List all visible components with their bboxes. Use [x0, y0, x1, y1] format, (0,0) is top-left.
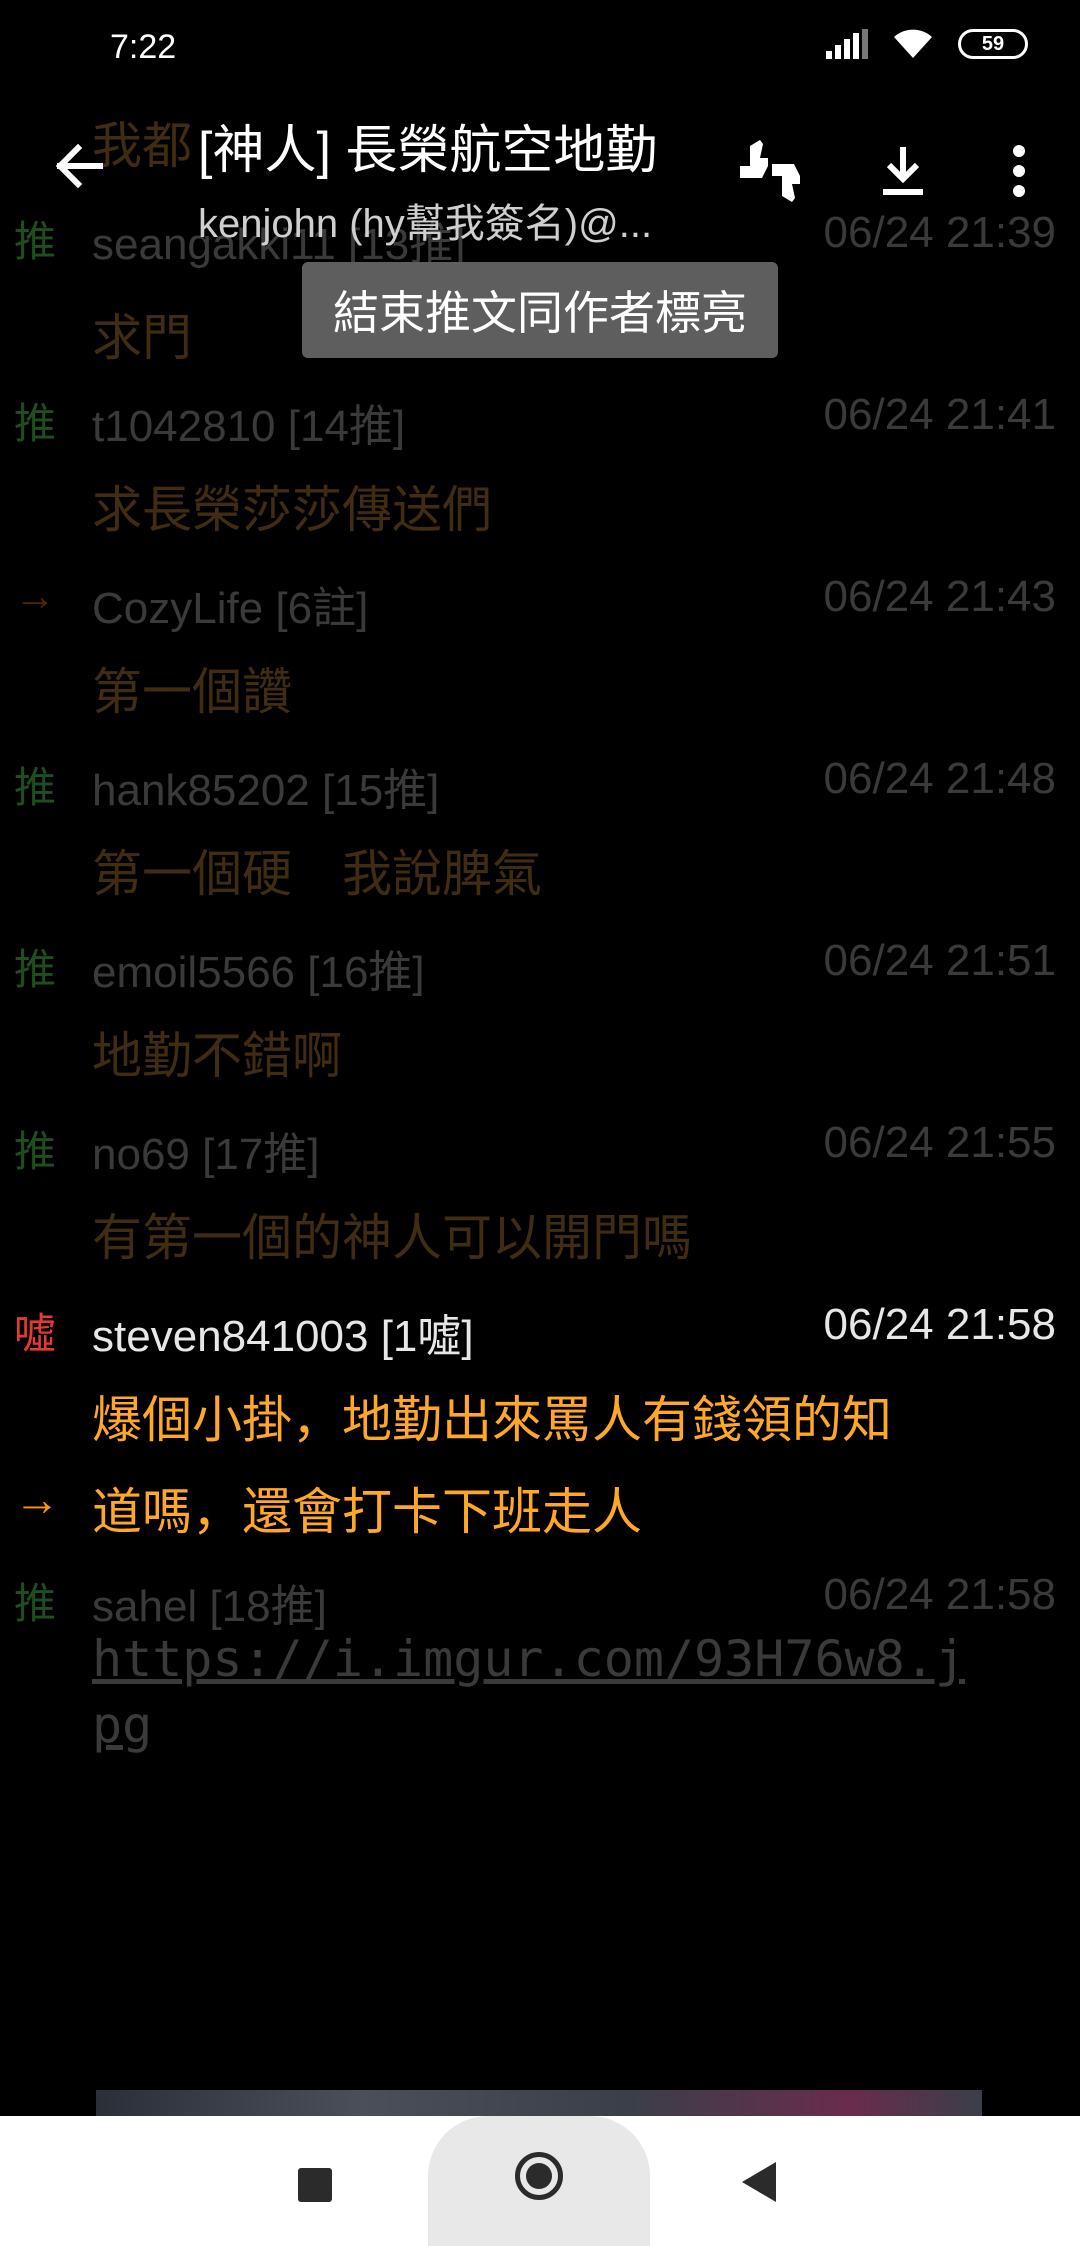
- comment-body: 求長榮莎莎傳送們: [92, 482, 492, 538]
- comment-tag: 推: [14, 1128, 57, 1175]
- comment-user: steven841003 [1噓]: [92, 1312, 474, 1361]
- thumbs-up-down-icon: [740, 140, 800, 202]
- battery-level: 59: [981, 32, 1005, 55]
- comment-body: 爆個小掛，地勤出來罵人有錢領的知: [92, 1392, 892, 1448]
- comment-time: 06/24 21:51: [823, 936, 1056, 985]
- signal-icon: [826, 29, 868, 59]
- arrow-left-icon: [55, 143, 103, 189]
- title-block: [神人] 長榮航空地勤 kenjohn (hy幫我簽名)@...: [198, 108, 698, 249]
- tooltip: 結束推文同作者標亮: [302, 262, 778, 358]
- comment-time: 06/24 21:58: [823, 1300, 1056, 1349]
- comment-user: sahel [18推]: [92, 1582, 327, 1631]
- comment-user: CozyLife [6註]: [92, 584, 369, 633]
- comment-time: 06/24 21:48: [823, 754, 1056, 803]
- comment-time: 06/24 21:41: [823, 390, 1056, 439]
- status-time: 7:22: [110, 28, 177, 66]
- battery-indicator: 59: [958, 29, 1028, 59]
- download-button[interactable]: [868, 136, 938, 206]
- comment-tag: 噓: [14, 1310, 57, 1357]
- comment-body-continued: 道嗎，還會打卡下班走人: [92, 1484, 642, 1540]
- comment-time: 06/24 21:58: [823, 1570, 1056, 1619]
- comment-body: 有第一個的神人可以開門嗎: [92, 1210, 692, 1266]
- comment-user: t1042810 [14推]: [92, 402, 406, 451]
- toolbar: [神人] 長榮航空地勤 kenjohn (hy幫我簽名)@...: [0, 96, 1080, 246]
- comment-time: 06/24 21:43: [823, 572, 1056, 621]
- home-button[interactable]: [515, 2152, 563, 2200]
- more-options-button[interactable]: [984, 136, 1054, 206]
- push-filter-button[interactable]: [736, 136, 806, 206]
- comment-user: no69 [17推]: [92, 1130, 320, 1179]
- wifi-icon: [894, 29, 932, 58]
- more-vert-icon: [1013, 145, 1025, 197]
- comment-body: 求門: [92, 310, 192, 366]
- comment-tag: 推: [14, 946, 57, 993]
- comment-body: 第一個硬 我說脾氣: [92, 846, 542, 902]
- nav-back-button[interactable]: [742, 2162, 776, 2202]
- comment-body: 地勤不錯啊: [92, 1028, 342, 1084]
- article-title: [神人] 長榮航空地勤: [198, 122, 658, 180]
- back-button[interactable]: [50, 138, 106, 194]
- comment-continue-tag: →: [14, 1473, 60, 1525]
- article-author: kenjohn (hy幫我簽名)@...: [198, 202, 653, 246]
- comment-tag: →: [14, 572, 56, 619]
- comment-tag: 推: [14, 1580, 57, 1627]
- comment-tag: 推: [14, 764, 57, 811]
- comment-tag: 推: [14, 400, 57, 447]
- recents-button[interactable]: [298, 2168, 332, 2202]
- status-icons: 59: [826, 28, 1028, 60]
- comment-body: 第一個讚: [92, 664, 292, 720]
- status-bar: 7:22 59: [0, 0, 1080, 96]
- download-icon: [883, 147, 923, 195]
- tooltip-text: 結束推文同作者標亮: [333, 287, 747, 339]
- comment-link[interactable]: https://i.imgur.com/93H76w8.jpg: [92, 1626, 992, 1758]
- comment-time: 06/24 21:55: [823, 1118, 1056, 1167]
- home-icon: [526, 2163, 552, 2189]
- comment-user: hank85202 [15推]: [92, 766, 440, 815]
- system-nav-bar: [0, 2116, 1080, 2246]
- comment-user: emoil5566 [16推]: [92, 948, 425, 997]
